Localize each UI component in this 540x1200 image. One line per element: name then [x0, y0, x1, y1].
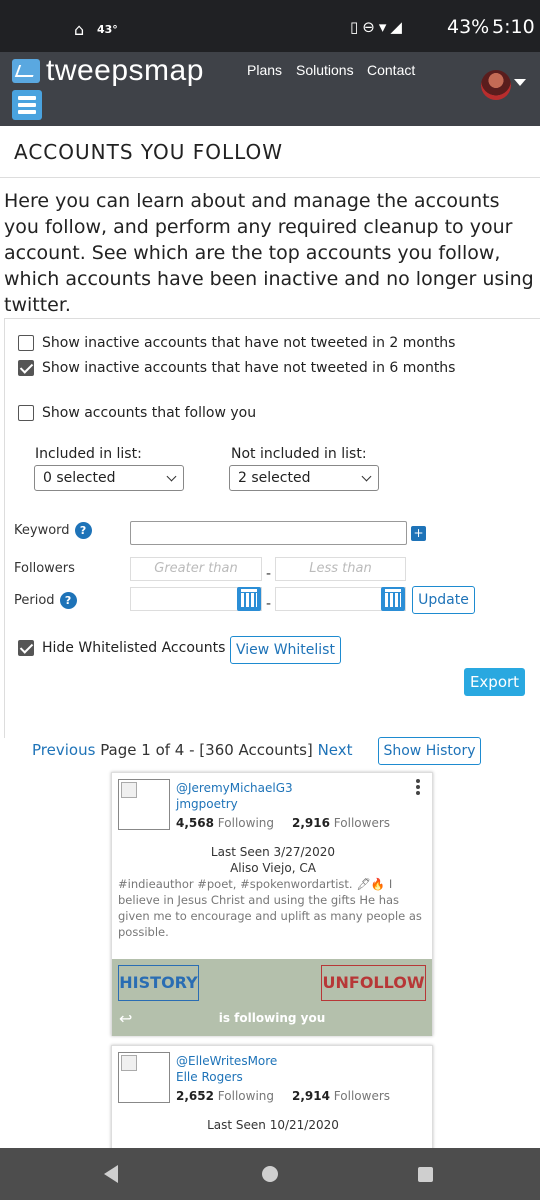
- next-link[interactable]: Next: [318, 741, 353, 759]
- keyword-field-label: Keyword ?: [14, 522, 92, 539]
- following-count: 2,652 Following: [176, 1089, 274, 1103]
- followers-field-label: Followers: [14, 561, 75, 576]
- period-field-label: Period ?: [14, 592, 77, 609]
- help-icon[interactable]: ?: [74, 522, 92, 539]
- last-seen: Last Seen 3/27/2020: [210, 845, 336, 859]
- logo-icon: [12, 59, 40, 83]
- logo-text: tweepsmap: [46, 54, 204, 87]
- card-actions: HISTORY UNFOLLOW ↩ is following you: [112, 959, 432, 1036]
- previous-link[interactable]: Previous: [32, 741, 95, 759]
- more-options-icon[interactable]: [416, 779, 420, 795]
- followers-less-input[interactable]: Less than: [275, 557, 406, 581]
- help-icon[interactable]: ?: [59, 592, 77, 609]
- logo[interactable]: tweepsmap: [12, 54, 204, 87]
- account-name[interactable]: Elle Rogers: [176, 1070, 243, 1084]
- update-button[interactable]: Update: [412, 586, 475, 614]
- account-handle[interactable]: @ElleWritesMore: [176, 1054, 277, 1068]
- site-header: tweepsmap Plans Solutions Contact: [0, 52, 540, 126]
- period-label: Period: [14, 593, 55, 608]
- account-card: @ElleWritesMore Elle Rogers 2,652 Follow…: [111, 1045, 433, 1165]
- followers-label: Followers: [14, 561, 75, 576]
- export-button[interactable]: Export: [464, 668, 525, 696]
- page-intro: Here you can learn about and manage the …: [4, 190, 534, 316]
- home-button-icon[interactable]: [262, 1166, 278, 1182]
- system-icons: ▯⊖▾◢: [350, 18, 406, 36]
- menu-icon[interactable]: [12, 90, 42, 120]
- inactive-2m-label: Show inactive accounts that have not twe…: [42, 335, 456, 351]
- page-title: ACCOUNTS YOU FOLLOW: [14, 140, 284, 164]
- unfollow-button[interactable]: UNFOLLOW: [321, 965, 426, 1001]
- show-history-button[interactable]: Show History: [378, 737, 481, 765]
- hide-whitelisted-label: Hide Whitelisted Accounts: [42, 640, 226, 656]
- profile-image[interactable]: [118, 779, 170, 830]
- clock: 5:10: [492, 16, 535, 38]
- location: Aliso Viejo, CA: [230, 861, 316, 875]
- chevron-down-icon: [166, 471, 177, 482]
- calendar-icon[interactable]: [237, 587, 261, 611]
- chevron-down-icon: [361, 471, 372, 482]
- follow-you-checkbox[interactable]: [18, 405, 34, 421]
- follow-you-option[interactable]: Show accounts that follow you: [18, 403, 256, 423]
- not-included-label: Not included in list:: [231, 446, 367, 462]
- inactive-6m-option[interactable]: Show inactive accounts that have not twe…: [18, 358, 455, 378]
- keyword-input[interactable]: [130, 521, 407, 545]
- temperature: 43°: [97, 23, 118, 36]
- history-button[interactable]: HISTORY: [118, 965, 199, 1001]
- not-included-select[interactable]: 2 selected: [229, 465, 379, 491]
- view-whitelist-button[interactable]: View Whitelist: [230, 636, 341, 664]
- chevron-down-icon[interactable]: [514, 79, 526, 86]
- followers-count: 2,914 Followers: [292, 1089, 391, 1103]
- included-label: Included in list:: [35, 446, 142, 462]
- avatar[interactable]: [481, 70, 511, 100]
- following-count: 4,568 Following: [176, 816, 274, 830]
- inactive-2m-checkbox[interactable]: [18, 335, 34, 351]
- back-icon[interactable]: [104, 1165, 118, 1183]
- status-bar: ⌂ 43° ▯⊖▾◢ 43% 5:10: [0, 0, 540, 52]
- pagination: Previous Page 1 of 4 - [360 Accounts] Ne…: [32, 741, 353, 759]
- follow-status: is following you: [218, 1011, 326, 1025]
- inactive-6m-checkbox[interactable]: [18, 360, 34, 376]
- nav-plans[interactable]: Plans: [247, 62, 282, 78]
- keyword-label: Keyword: [14, 523, 70, 538]
- recent-apps-icon[interactable]: [418, 1167, 433, 1182]
- included-select[interactable]: 0 selected: [34, 465, 184, 491]
- home-icon: ⌂: [74, 20, 85, 39]
- range-dash: -: [266, 596, 272, 612]
- nav-solutions[interactable]: Solutions: [296, 62, 354, 78]
- account-card: @JeremyMichaelG3 jmgpoetry 4,568 Followi…: [111, 772, 433, 1036]
- followers-count: 2,916 Followers: [292, 816, 391, 830]
- divider: [0, 177, 540, 178]
- nav-contact[interactable]: Contact: [367, 62, 415, 78]
- battery-level: 43%: [447, 16, 490, 38]
- inactive-6m-label: Show inactive accounts that have not twe…: [42, 360, 456, 376]
- inactive-2m-option[interactable]: Show inactive accounts that have not twe…: [18, 333, 455, 353]
- profile-image[interactable]: [118, 1052, 170, 1103]
- hide-whitelisted-checkbox[interactable]: [18, 640, 34, 656]
- system-nav-bar: [0, 1148, 540, 1200]
- account-bio: #indieauthor #poet, #spokenwordartist. 🖋…: [118, 877, 422, 939]
- last-seen: Last Seen 10/21/2020: [207, 1118, 339, 1132]
- followers-greater-input[interactable]: Greater than: [130, 557, 262, 581]
- account-handle[interactable]: @JeremyMichaelG3: [176, 781, 293, 795]
- follow-you-label: Show accounts that follow you: [42, 405, 257, 421]
- included-value: 0 selected: [43, 470, 116, 486]
- page-info: Page 1 of 4 - [360 Accounts]: [100, 741, 313, 759]
- calendar-icon[interactable]: [381, 587, 405, 611]
- add-keyword-button[interactable]: +: [411, 526, 426, 541]
- hide-whitelisted-option[interactable]: Hide Whitelisted Accounts: [18, 638, 225, 658]
- account-name[interactable]: jmgpoetry: [176, 797, 238, 811]
- range-dash: -: [266, 566, 272, 582]
- not-included-value: 2 selected: [238, 470, 311, 486]
